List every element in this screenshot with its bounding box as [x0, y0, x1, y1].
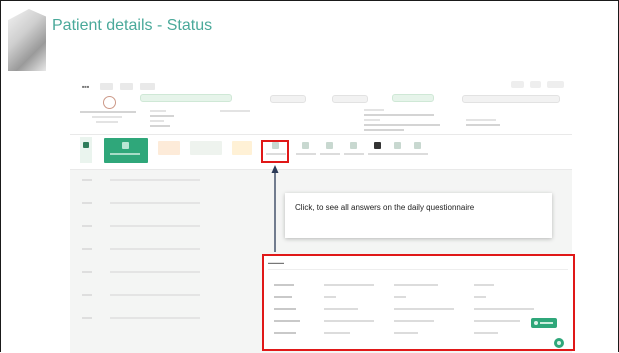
questions-panel-highlight: ▬▬▬▬ [262, 254, 575, 351]
arrow-head [271, 165, 279, 173]
table-row [274, 304, 564, 316]
callout-box: Click, to see all answers on the daily q… [285, 193, 552, 238]
questions-action-button[interactable] [531, 318, 557, 328]
floating-action-button[interactable] [554, 338, 564, 348]
callout-text: Click, to see all answers on the daily q… [295, 203, 475, 212]
table-row [274, 280, 564, 292]
table-row [274, 328, 564, 340]
questions-panel-title: ▬▬▬▬ [268, 260, 284, 265]
button-label [540, 322, 553, 324]
table-row [274, 292, 564, 304]
divider [268, 269, 568, 270]
table-row [274, 316, 564, 328]
plus-icon [534, 321, 538, 325]
